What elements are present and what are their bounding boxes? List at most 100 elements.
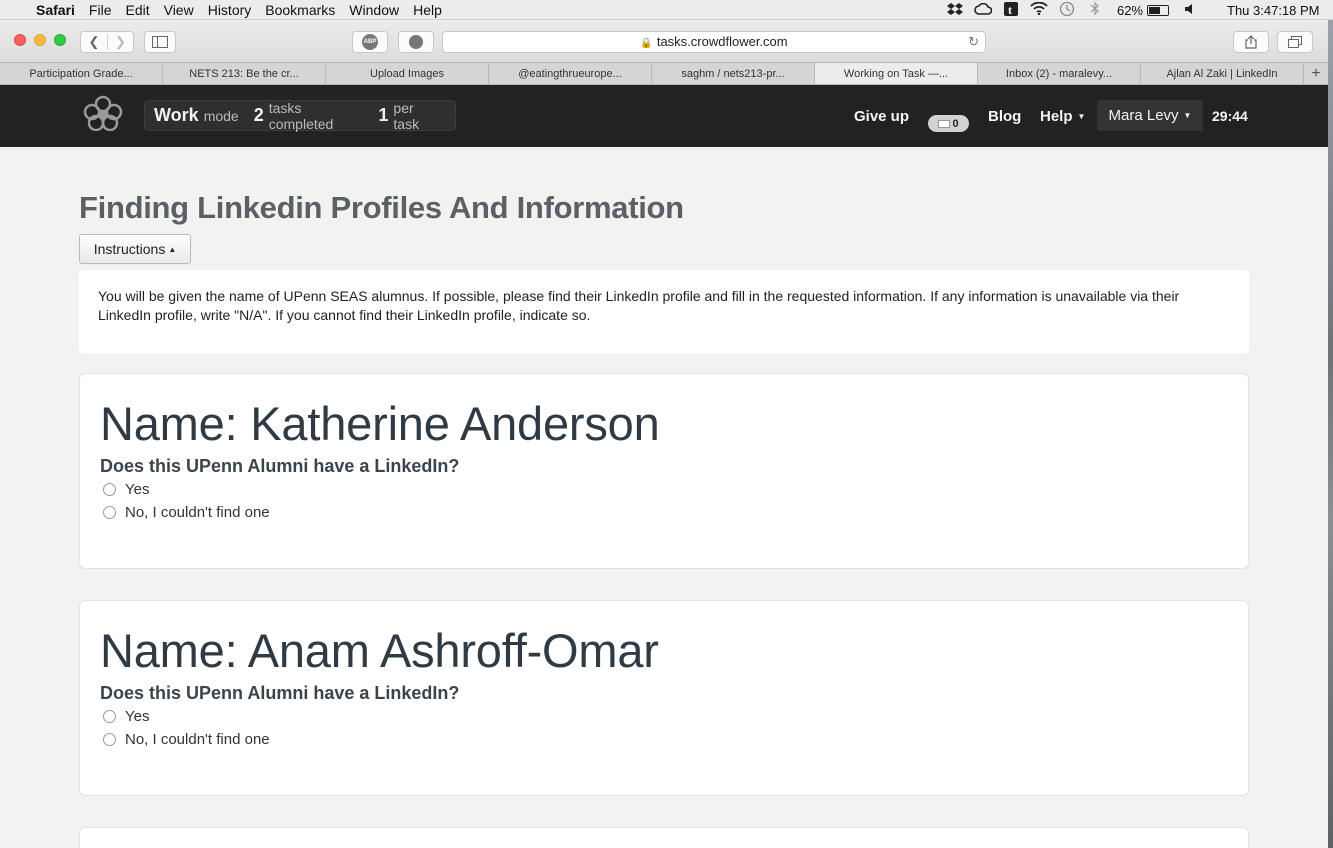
help-label: Help bbox=[1040, 107, 1073, 125]
blog-link[interactable]: Blog bbox=[988, 101, 1021, 131]
mode-label: mode bbox=[203, 107, 239, 124]
menu-file[interactable]: File bbox=[82, 0, 119, 20]
option-no[interactable]: No, I couldn't find one bbox=[100, 501, 1228, 523]
svg-text:t: t bbox=[1008, 3, 1012, 16]
tasks-completed-label: tasks completed bbox=[268, 99, 334, 132]
tab-eatingthrueurope[interactable]: @eatingthrueurope... bbox=[489, 63, 652, 84]
radio-yes[interactable] bbox=[103, 482, 116, 496]
tab-upload-images[interactable]: Upload Images bbox=[326, 63, 489, 84]
radio-yes[interactable] bbox=[103, 709, 116, 723]
menu-help[interactable]: Help bbox=[406, 0, 449, 20]
ghostery-button[interactable] bbox=[398, 31, 434, 53]
option-yes[interactable]: Yes bbox=[100, 705, 1228, 727]
crowdflower-header: Work mode 2 tasks completed 1 per task G… bbox=[0, 85, 1328, 147]
ghost-icon bbox=[409, 35, 423, 49]
bluetooth-icon[interactable] bbox=[1081, 1, 1109, 19]
menu-view[interactable]: View bbox=[157, 0, 201, 20]
back-arrow-icon[interactable]: ❮ bbox=[81, 34, 107, 50]
battery-percent: 62% bbox=[1116, 2, 1143, 18]
url-text: tasks.crowdflower.com bbox=[656, 34, 788, 49]
address-bar[interactable]: 🔒 tasks.crowdflower.com ↻ bbox=[442, 31, 986, 53]
menu-history[interactable]: History bbox=[201, 0, 259, 20]
alumni-card: Name: Katherine Anderson Does this UPenn… bbox=[79, 373, 1249, 569]
forward-arrow-icon[interactable]: ❯ bbox=[106, 34, 133, 50]
option-no[interactable]: No, I couldn't find one bbox=[100, 728, 1228, 750]
fullscreen-window-button[interactable] bbox=[54, 34, 66, 46]
option-yes-label: Yes bbox=[125, 480, 150, 498]
instructions-toggle-button[interactable]: Instructions ▲ bbox=[79, 234, 191, 264]
tab-participation-grade[interactable]: Participation Grade... bbox=[0, 63, 163, 84]
per-task-count: 1 bbox=[378, 105, 389, 125]
help-dropdown[interactable]: Help ▼ bbox=[1040, 101, 1085, 131]
lock-icon: 🔒 bbox=[640, 38, 653, 49]
option-no-label: No, I couldn't find one bbox=[125, 730, 270, 748]
tab-saghm-github[interactable]: saghm / nets213-pr... bbox=[652, 63, 815, 84]
minimize-window-button[interactable] bbox=[34, 34, 46, 46]
share-icon bbox=[1245, 35, 1257, 49]
menu-app-safari[interactable]: Safari bbox=[36, 0, 82, 20]
tab-bar: Participation Grade... NETS 213: Be the … bbox=[0, 62, 1328, 85]
messages-badge[interactable]: 0 bbox=[928, 115, 969, 132]
safari-window: ❮ ❯ ABP 🔒 tasks.crowdflower.com ↻ Partici… bbox=[0, 20, 1328, 848]
tab-linkedin[interactable]: Ajlan Al Zaki | LinkedIn bbox=[1141, 63, 1304, 84]
alumni-name: Name: Katherine Anderson bbox=[100, 397, 660, 450]
messages-count: 0 bbox=[952, 117, 959, 130]
user-menu-dropdown[interactable]: Mara Levy ▼ bbox=[1097, 100, 1203, 131]
share-button[interactable] bbox=[1233, 31, 1269, 53]
desktop-background bbox=[1328, 20, 1333, 848]
work-mode-stats: Work mode 2 tasks completed 1 per task bbox=[144, 99, 456, 132]
linkedin-question: Does this UPenn Alumni have a LinkedIn? bbox=[100, 683, 460, 703]
close-window-button[interactable] bbox=[14, 34, 26, 46]
wifi-icon[interactable] bbox=[1025, 1, 1053, 18]
adblock-icon: ABP bbox=[362, 34, 378, 50]
option-yes[interactable]: Yes bbox=[100, 478, 1228, 500]
task-timer: 29:44 bbox=[1212, 108, 1248, 124]
option-yes-label: Yes bbox=[125, 707, 150, 725]
linkedin-question: Does this UPenn Alumni have a LinkedIn? bbox=[100, 456, 460, 476]
volume-icon[interactable] bbox=[1177, 3, 1205, 18]
user-name: Mara Levy bbox=[1108, 107, 1179, 124]
alumni-card: Name: Anam Ashroff-Omar Does this UPenn … bbox=[79, 600, 1249, 796]
page-content: Finding Linkedin Profiles And Informatio… bbox=[0, 147, 1328, 848]
per-task-label: per task bbox=[393, 99, 420, 132]
battery-icon bbox=[1147, 4, 1169, 16]
option-no-label: No, I couldn't find one bbox=[125, 503, 270, 521]
tumblr-icon[interactable]: t bbox=[997, 1, 1025, 19]
menu-edit[interactable]: Edit bbox=[118, 0, 156, 20]
creative-cloud-icon[interactable] bbox=[969, 2, 997, 18]
page-title: Finding Linkedin Profiles And Informatio… bbox=[79, 190, 684, 225]
radio-no[interactable] bbox=[103, 732, 116, 746]
battery-fill bbox=[1149, 6, 1160, 14]
menubar-clock[interactable]: Thu 3:47:18 PM bbox=[1205, 3, 1333, 18]
give-up-link[interactable]: Give up bbox=[854, 101, 909, 131]
envelope-icon bbox=[938, 119, 951, 128]
radio-no[interactable] bbox=[103, 505, 116, 519]
menu-window[interactable]: Window bbox=[342, 0, 406, 20]
caret-down-icon: ▼ bbox=[1183, 111, 1192, 120]
time-machine-icon[interactable] bbox=[1053, 1, 1081, 20]
sidebar-toggle-button[interactable] bbox=[144, 31, 176, 53]
browser-toolbar: ❮ ❯ ABP 🔒 tasks.crowdflower.com ↻ bbox=[0, 20, 1328, 62]
tab-inbox[interactable]: Inbox (2) - maralevy... bbox=[978, 63, 1141, 84]
alumni-card-partial bbox=[79, 827, 1249, 848]
sidebar-icon bbox=[152, 36, 168, 48]
caret-up-icon: ▲ bbox=[168, 244, 177, 254]
instructions-label: Instructions bbox=[93, 241, 166, 257]
new-tab-plus-icon[interactable]: + bbox=[1304, 63, 1328, 84]
reload-icon[interactable]: ↻ bbox=[968, 32, 979, 52]
alumni-name: Name: Anam Ashroff-Omar bbox=[100, 624, 659, 677]
show-tabs-button[interactable] bbox=[1277, 31, 1313, 53]
caret-down-icon: ▼ bbox=[1077, 111, 1086, 121]
tab-working-on-task[interactable]: Working on Task —... bbox=[815, 63, 978, 84]
adblock-plus-button[interactable]: ABP bbox=[352, 31, 388, 53]
battery-status[interactable]: 62% bbox=[1109, 3, 1177, 18]
history-nav: ❮ ❯ bbox=[80, 31, 134, 53]
mode-word: Work bbox=[154, 105, 199, 125]
tab-nets213[interactable]: NETS 213: Be the cr... bbox=[163, 63, 326, 84]
tasks-completed-count: 2 bbox=[253, 105, 264, 125]
dropbox-icon[interactable] bbox=[941, 2, 969, 19]
crowdflower-logo-icon[interactable] bbox=[79, 95, 127, 131]
menu-bookmarks[interactable]: Bookmarks bbox=[258, 0, 342, 20]
tabs-overview-icon bbox=[1288, 36, 1302, 48]
macos-menubar: Safari File Edit View History Bookmarks … bbox=[0, 0, 1333, 20]
